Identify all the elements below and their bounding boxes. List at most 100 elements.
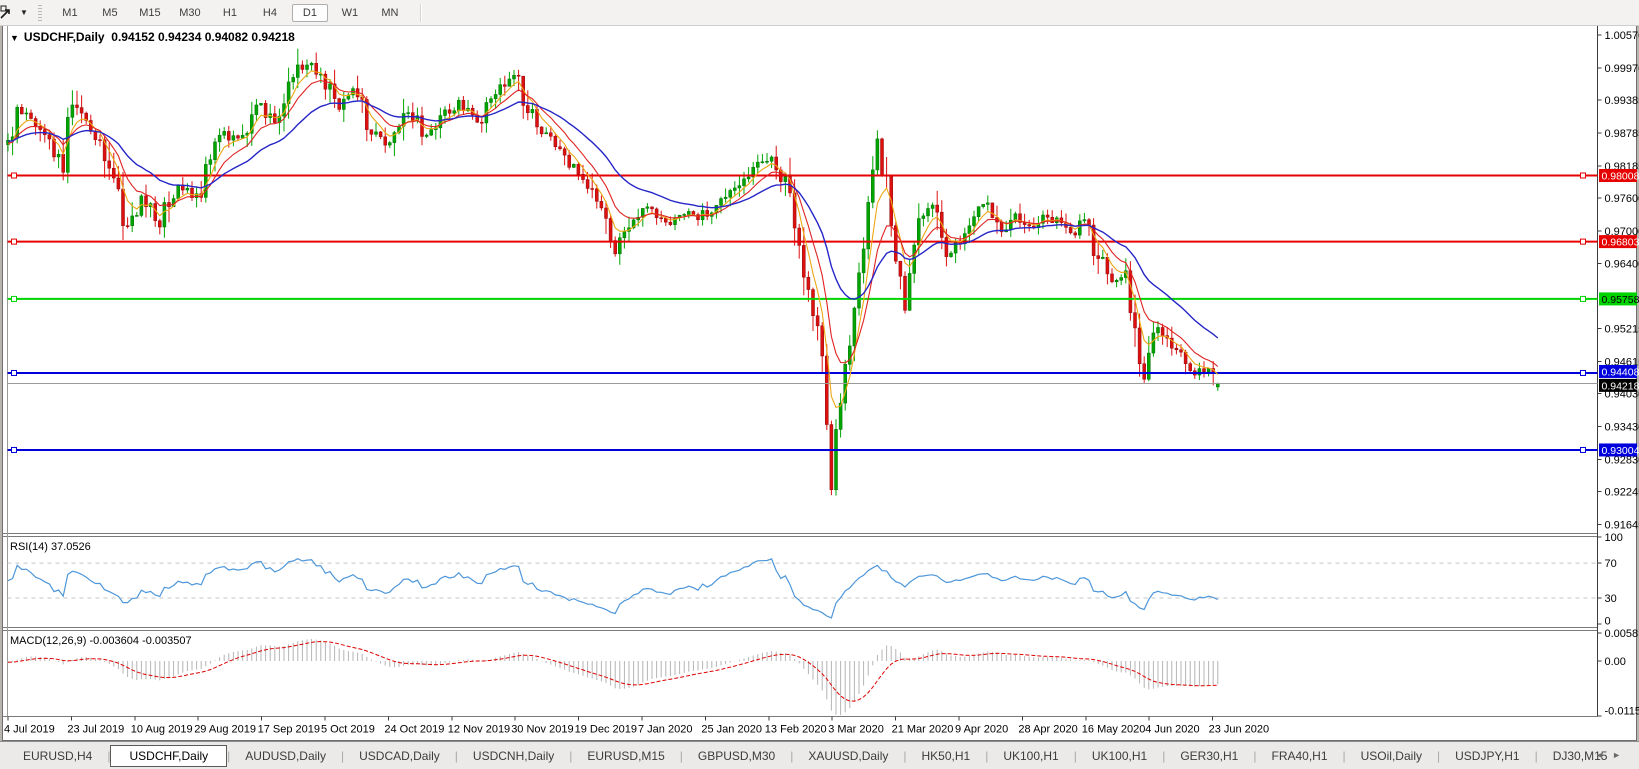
tab-scroll-left-icon[interactable]: ◄ [1595, 750, 1612, 760]
tf-button-m5[interactable]: M5 [92, 4, 128, 22]
price-tick-label: 0.96400 [1605, 259, 1639, 271]
candle [806, 276, 811, 290]
toolbar-grip-handle[interactable] [37, 4, 42, 21]
candle [530, 109, 535, 113]
candle [56, 153, 61, 158]
line-drag-handle[interactable] [11, 446, 17, 453]
candle [1110, 273, 1114, 283]
candle [926, 208, 930, 217]
line-drag-handle[interactable] [1580, 172, 1586, 179]
tab-usdjpy-h1[interactable]: USDJPY,H1 [1440, 746, 1534, 766]
candle [406, 112, 410, 114]
candle [861, 248, 866, 274]
rsi-axis-label: 30 [1605, 593, 1617, 605]
price-tick-label: 0.98785 [1605, 128, 1639, 140]
tab-usdchf-daily[interactable]: USDCHF,Daily [110, 745, 228, 767]
tab-uk100-h1[interactable]: UK100,H1 [988, 746, 1073, 766]
candle [1142, 363, 1146, 380]
candle [498, 84, 502, 95]
trading-app-window: ▼ M1M5M15M30H1H4D1W1MN 1.00570 0.99970 0.9… [0, 0, 1639, 769]
toolbar-separator [419, 3, 422, 22]
tf-button-d1[interactable]: D1 [291, 3, 328, 22]
tf-button-h1[interactable]: H1 [212, 4, 248, 22]
tab-scroll-right-icon[interactable]: ► [1612, 750, 1629, 760]
candle [797, 227, 801, 246]
candle [802, 245, 806, 278]
candle [567, 154, 571, 168]
tab-eurusd-m15[interactable]: EURUSD,M15 [572, 746, 679, 766]
candle [1013, 213, 1018, 221]
tf-button-m15[interactable]: M15 [132, 4, 168, 22]
candle [112, 167, 116, 179]
line-drag-handle[interactable] [11, 172, 17, 179]
date-tick-label: 30 Nov 2019 [511, 724, 573, 736]
candle [374, 131, 378, 135]
chart-menu-caret-icon[interactable]: ▼ [10, 33, 19, 43]
line-drag-handle[interactable] [11, 238, 17, 245]
tab-xauusd-daily[interactable]: XAUUSD,Daily [793, 746, 903, 766]
crosshair-pointer-icon[interactable] [0, 5, 18, 21]
tf-button-mn[interactable]: MN [372, 4, 408, 22]
candle [981, 204, 985, 207]
candle [719, 198, 723, 206]
date-tick-label: 10 Aug 2019 [131, 724, 193, 736]
tf-button-m30[interactable]: M30 [172, 4, 208, 22]
candle [493, 94, 498, 100]
line-drag-handle[interactable] [11, 369, 17, 376]
candle [162, 202, 167, 228]
candle [480, 121, 484, 124]
tab-gbpusd-m30[interactable]: GBPUSD,M30 [683, 746, 790, 766]
candle [1133, 312, 1137, 329]
candle [296, 64, 300, 78]
candle [783, 176, 788, 182]
chevron-down-icon[interactable]: ▼ [20, 8, 28, 17]
candle [1096, 255, 1100, 259]
price-tick-label: 1.00570 [1605, 30, 1639, 42]
price-tick-label: 0.99385 [1605, 95, 1639, 107]
candle [760, 161, 765, 164]
tab-audusd-daily[interactable]: AUDUSD,Daily [230, 746, 341, 766]
line-drag-handle[interactable] [1580, 238, 1586, 245]
candle [378, 131, 383, 138]
rsi-indicator-label: RSI(14) 37.0526 [10, 541, 91, 553]
tf-button-m1[interactable]: M1 [52, 4, 88, 22]
candle [125, 225, 130, 227]
candle [79, 107, 84, 114]
tab-hk50-h1[interactable]: HK50,H1 [907, 746, 986, 766]
tab-eurusd-h4[interactable]: EURUSD,H4 [8, 746, 107, 766]
line-drag-handle[interactable] [11, 295, 17, 302]
macd-axis-label: 0.005818 [1605, 628, 1639, 640]
date-tick-label: 17 Sep 2019 [258, 724, 320, 736]
tab-ger30-h1[interactable]: GER30,H1 [1165, 746, 1253, 766]
candle [815, 315, 820, 327]
tab-usdcnh-daily[interactable]: USDCNH,Daily [458, 746, 569, 766]
line-drag-handle[interactable] [1580, 295, 1586, 302]
tab-usdcad-daily[interactable]: USDCAD,Daily [344, 746, 455, 766]
price-tag-label: 0.94218 [1602, 380, 1639, 392]
tf-button-w1[interactable]: W1 [332, 4, 368, 22]
candle [898, 260, 903, 277]
candle [746, 176, 751, 180]
candle [217, 134, 222, 143]
tab-uk100-h1[interactable]: UK100,H1 [1077, 746, 1162, 766]
tf-button-h4[interactable]: H4 [252, 4, 288, 22]
candle [604, 207, 608, 219]
tab-fra40-h1[interactable]: FRA40,H1 [1256, 746, 1342, 766]
candle [737, 185, 742, 189]
candle [659, 217, 663, 219]
line-drag-handle[interactable] [1580, 446, 1586, 453]
candle [687, 211, 691, 215]
chart-plot-area[interactable]: 1.005700.999700.993850.987850.981850.976… [0, 0, 1639, 769]
line-drag-handle[interactable] [1580, 369, 1586, 376]
candle [424, 134, 429, 137]
price-tag-label: 0.96803 [1602, 237, 1639, 249]
candle [309, 63, 314, 66]
candle [516, 74, 521, 77]
tab-usoil-daily[interactable]: USOil,Daily [1346, 746, 1437, 766]
candle [944, 237, 949, 257]
candle [650, 206, 654, 210]
candle [742, 178, 746, 186]
candle [461, 100, 466, 112]
candle [549, 132, 553, 137]
candle [599, 201, 604, 209]
